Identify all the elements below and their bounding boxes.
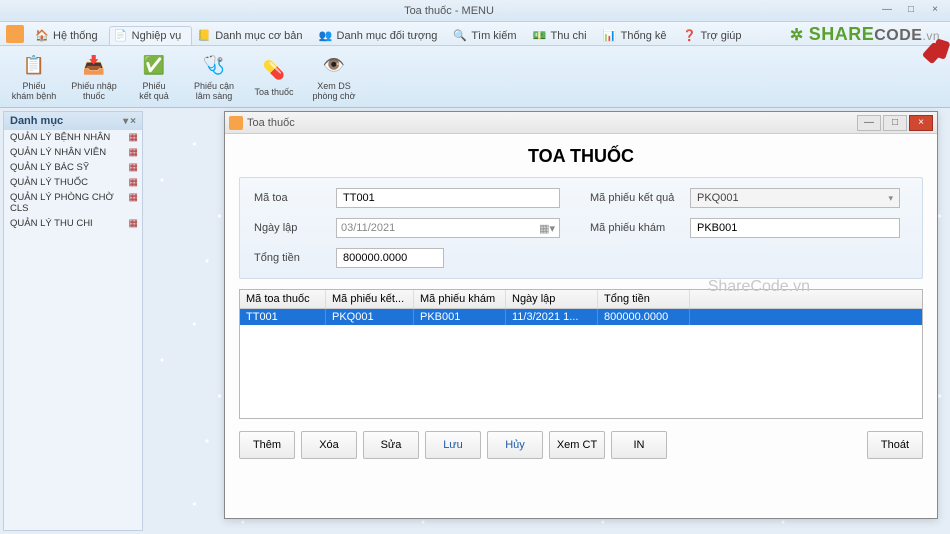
grid-row-selected[interactable]: TT001 PKQ001 PKB001 11/3/2021 1... 80000… xyxy=(240,309,922,325)
sidebar-item-icon: ▦ xyxy=(129,147,138,158)
phieu-can-lam-sang-button[interactable]: 🩺Phiếu cậnlâm sàng xyxy=(186,49,242,104)
sidebar-item-5[interactable]: QUẢN LÝ THU CHI▦ xyxy=(4,216,142,231)
xem-ds-phong-cho-icon: 👁️ xyxy=(320,52,348,79)
toa-thuoc-icon: 💊 xyxy=(260,57,288,85)
input-ngaylap[interactable]: 03/11/2021▦▾ xyxy=(336,218,560,238)
ribbon-bow-icon xyxy=(924,40,950,70)
sidebar-item-icon: ▦ xyxy=(129,177,138,188)
grid-header: Mã toa thuốc Mã phiếu kết... Mã phiếu kh… xyxy=(240,290,922,309)
ribbon-tab-7[interactable]: ❓Trợ giúp xyxy=(678,26,753,45)
phieu-nhap-thuoc-icon: 📥 xyxy=(80,52,108,79)
input-matoa[interactable] xyxy=(336,188,560,208)
input-tongtien[interactable] xyxy=(336,248,444,268)
phieu-ket-qua-icon: ✅ xyxy=(140,52,168,79)
sidebar-item-icon: ▦ xyxy=(129,192,138,214)
tab-icon: 👥 xyxy=(319,29,333,43)
sidebar-close-icon[interactable]: × xyxy=(130,116,136,127)
titlebar: Toa thuốc - MENU — □ × xyxy=(0,0,950,22)
sidebar-item-2[interactable]: QUẢN LÝ BÁC SỸ▦ xyxy=(4,160,142,175)
label-matoa: Mã toa xyxy=(254,192,336,204)
form-heading: TOA THUỐC xyxy=(239,146,923,167)
phieu-can-lam-sang-icon: 🩺 xyxy=(200,52,228,79)
tab-icon: 📒 xyxy=(197,29,211,43)
maximize-button[interactable]: □ xyxy=(902,4,920,18)
sidebar-item-4[interactable]: QUẢN LÝ PHÒNG CHỜ CLS▦ xyxy=(4,190,142,216)
child-titlebar: Toa thuốc — □ × xyxy=(225,112,937,134)
dropdown-mapkq[interactable]: PKQ001▾ xyxy=(690,188,900,208)
tab-icon: 📊 xyxy=(603,29,617,43)
sidebar-item-3[interactable]: QUẢN LÝ THUỐC▦ xyxy=(4,175,142,190)
ribbon-body: 📋Phiếukhám bệnh📥Phiếu nhậpthuốc✅Phiếukết… xyxy=(0,46,950,108)
label-ngaylap: Ngày lập xyxy=(254,222,336,234)
tab-icon: 💵 xyxy=(533,29,547,43)
ribbon-tab-4[interactable]: 🔍Tìm kiếm xyxy=(448,26,527,45)
tab-icon: ❓ xyxy=(683,29,697,43)
tab-icon: 📄 xyxy=(114,29,128,43)
app-icon xyxy=(6,25,24,43)
child-minimize-button[interactable]: — xyxy=(857,115,881,131)
input-mapk[interactable] xyxy=(690,218,900,238)
form-panel: Mã toa Mã phiếu kết quả PKQ001▾ Ngày lập… xyxy=(239,177,923,279)
ribbon-tab-6[interactable]: 📊Thống kê xyxy=(598,26,678,45)
ribbon-tab-1[interactable]: 📄Nghiệp vụ xyxy=(109,26,193,45)
sidebar-header: Danh mục ▾ × xyxy=(4,112,142,130)
child-window-icon xyxy=(229,116,243,130)
button-bar: Thêm Xóa Sửa Lưu Hủy Xem CT IN Thoát xyxy=(239,431,923,459)
label-mapkq: Mã phiếu kết quả xyxy=(590,192,690,204)
label-tongtien: Tổng tiền xyxy=(254,252,336,264)
child-close-button[interactable]: × xyxy=(909,115,933,131)
sidebar: Danh mục ▾ × QUẢN LÝ BỆNH NHÂN▦QUẢN LÝ N… xyxy=(3,111,143,531)
toa-thuoc-button[interactable]: 💊Toa thuốc xyxy=(246,49,302,104)
close-button[interactable]: × xyxy=(926,4,944,18)
them-button[interactable]: Thêm xyxy=(239,431,295,459)
phieu-kham-benh-button[interactable]: 📋Phiếukhám bệnh xyxy=(6,49,62,104)
phieu-kham-benh-icon: 📋 xyxy=(20,52,48,79)
minimize-button[interactable]: — xyxy=(878,4,896,18)
child-window: Toa thuốc — □ × TOA THUỐC Mã toa Mã phiế… xyxy=(224,111,938,519)
window-title: Toa thuốc - MENU xyxy=(20,5,878,17)
sidebar-item-icon: ▦ xyxy=(129,218,138,229)
ribbon-tab-5[interactable]: 💵Thu chi xyxy=(528,26,598,45)
sharecode-logo: ✲ SHARECODE.vn xyxy=(790,24,940,45)
phieu-ket-qua-button[interactable]: ✅Phiếukết quả xyxy=(126,49,182,104)
sidebar-item-icon: ▦ xyxy=(129,162,138,173)
chevron-down-icon: ▾ xyxy=(888,193,893,204)
sidebar-item-1[interactable]: QUẢN LÝ NHÂN VIÊN▦ xyxy=(4,145,142,160)
tab-icon: 🏠 xyxy=(35,29,49,43)
ribbon-tab-3[interactable]: 👥Danh mục đối tượng xyxy=(314,26,449,45)
child-maximize-button[interactable]: □ xyxy=(883,115,907,131)
sidebar-pin-icon[interactable]: ▾ xyxy=(123,116,128,127)
sidebar-item-icon: ▦ xyxy=(129,132,138,143)
xoa-button[interactable]: Xóa xyxy=(301,431,357,459)
tab-icon: 🔍 xyxy=(453,29,467,43)
huy-button[interactable]: Hủy xyxy=(487,431,543,459)
thoat-button[interactable]: Thoát xyxy=(867,431,923,459)
phieu-nhap-thuoc-button[interactable]: 📥Phiếu nhậpthuốc xyxy=(66,49,122,104)
ribbon-tab-2[interactable]: 📒Danh mục cơ bản xyxy=(192,26,313,45)
xemct-button[interactable]: Xem CT xyxy=(549,431,605,459)
label-mapk: Mã phiếu khám xyxy=(590,222,690,234)
sidebar-item-0[interactable]: QUẢN LÝ BỆNH NHÂN▦ xyxy=(4,130,142,145)
in-button[interactable]: IN xyxy=(611,431,667,459)
calendar-icon: ▦▾ xyxy=(539,222,555,235)
luu-button[interactable]: Lưu xyxy=(425,431,481,459)
xem-ds-phong-cho-button[interactable]: 👁️Xem DSphòng chờ xyxy=(306,49,362,104)
sua-button[interactable]: Sửa xyxy=(363,431,419,459)
data-grid[interactable]: Mã toa thuốc Mã phiếu kết... Mã phiếu kh… xyxy=(239,289,923,419)
ribbon-tabs: 🏠Hệ thống📄Nghiệp vụ📒Danh mục cơ bản👥Danh… xyxy=(0,22,950,46)
ribbon-tab-0[interactable]: 🏠Hệ thống xyxy=(30,26,109,45)
